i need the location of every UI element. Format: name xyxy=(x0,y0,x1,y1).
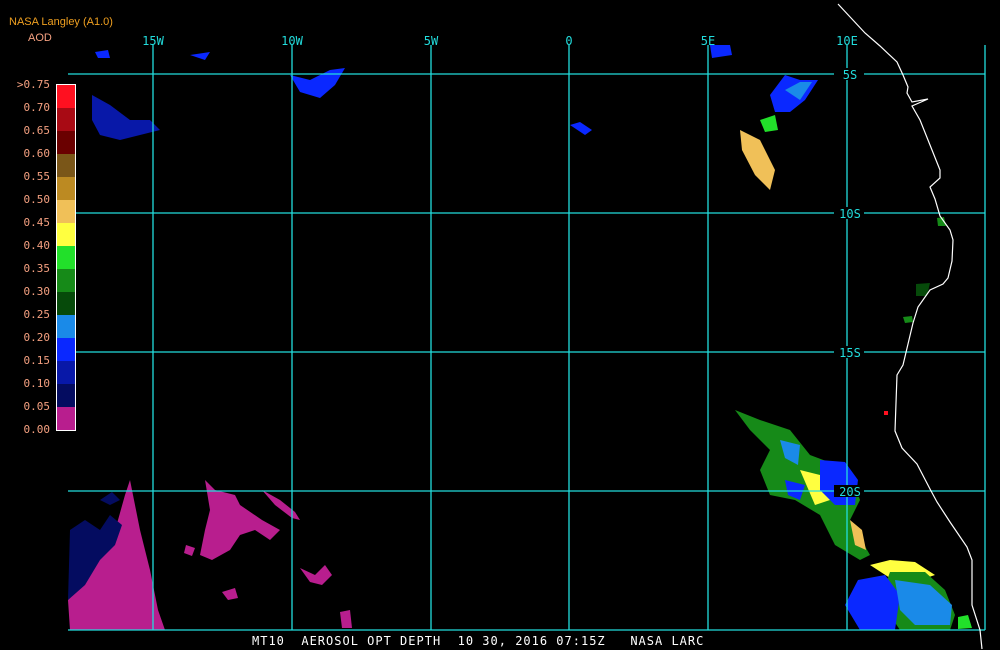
legend-label: 0.70 xyxy=(23,101,51,114)
legend-swatch xyxy=(57,108,75,131)
legend-swatch xyxy=(57,338,75,361)
aerosol-patch xyxy=(222,588,238,600)
aerosol-patch xyxy=(200,480,280,560)
legend-label: 0.05 xyxy=(23,400,51,413)
aerosol-patch xyxy=(184,545,195,556)
aerosol-patch xyxy=(903,316,913,323)
aerosol-patches xyxy=(68,45,972,630)
aerosol-patch xyxy=(300,565,332,585)
aerosol-patch xyxy=(340,610,352,628)
latitude-label: 15S xyxy=(839,346,861,360)
legend-label: 0.15 xyxy=(23,354,51,367)
legend-label: 0.50 xyxy=(23,193,51,206)
legend-swatch xyxy=(57,292,75,315)
longitude-label: 15W xyxy=(142,34,164,48)
legend-label: 0.55 xyxy=(23,170,51,183)
legend-swatch xyxy=(57,85,75,108)
legend-swatch xyxy=(57,384,75,407)
latitude-label: 20S xyxy=(839,485,861,499)
legend-swatch xyxy=(57,223,75,246)
legend-swatch xyxy=(57,154,75,177)
aerosol-patch xyxy=(262,490,300,520)
aerosol-patch xyxy=(290,68,345,98)
aerosol-map: 15W 10W 5W 0 5E 10E 5S 10S 15S 20S xyxy=(68,3,986,650)
legend-swatch xyxy=(57,315,75,338)
aerosol-patch xyxy=(95,50,110,58)
legend-label: 0.10 xyxy=(23,377,51,390)
legend-swatch xyxy=(57,131,75,154)
legend-swatch xyxy=(57,246,75,269)
image-caption: MT10 AEROSOL OPT DEPTH 10 30, 2016 07:15… xyxy=(252,634,705,648)
legend-label: 0.00 xyxy=(23,423,51,436)
legend-label: 0.25 xyxy=(23,308,51,321)
longitude-label: 10E xyxy=(836,34,858,48)
aerosol-patch xyxy=(884,411,888,415)
legend-swatch xyxy=(57,269,75,292)
legend-swatch xyxy=(57,177,75,200)
aerosol-patch xyxy=(916,283,930,296)
legend-label: >0.75 xyxy=(16,78,50,91)
longitude-label: 5W xyxy=(424,34,439,48)
latitude-label: 10S xyxy=(839,207,861,221)
legend-swatch xyxy=(57,407,75,430)
legend-label: 0.40 xyxy=(23,239,51,252)
aod-color-scale xyxy=(56,84,76,431)
legend-label: 0.20 xyxy=(23,331,51,344)
legend-label: 0.60 xyxy=(23,147,51,160)
legend-swatch xyxy=(57,200,75,223)
longitude-label: 10W xyxy=(281,34,303,48)
aerosol-patch xyxy=(740,130,775,190)
legend-label: 0.30 xyxy=(23,285,51,298)
longitude-label: 5E xyxy=(701,34,715,48)
legend-label: 0.65 xyxy=(23,124,51,137)
aerosol-patch xyxy=(100,492,120,505)
aerosol-patch xyxy=(190,52,210,60)
legend-swatch xyxy=(57,361,75,384)
longitude-label: 0 xyxy=(565,34,572,48)
latitude-label: 5S xyxy=(843,68,857,82)
aerosol-patch xyxy=(958,615,972,629)
legend-label: 0.45 xyxy=(23,216,51,229)
aerosol-patch xyxy=(760,115,778,132)
legend-label: 0.35 xyxy=(23,262,51,275)
aerosol-patch xyxy=(570,122,592,135)
aerosol-patch xyxy=(92,95,160,140)
